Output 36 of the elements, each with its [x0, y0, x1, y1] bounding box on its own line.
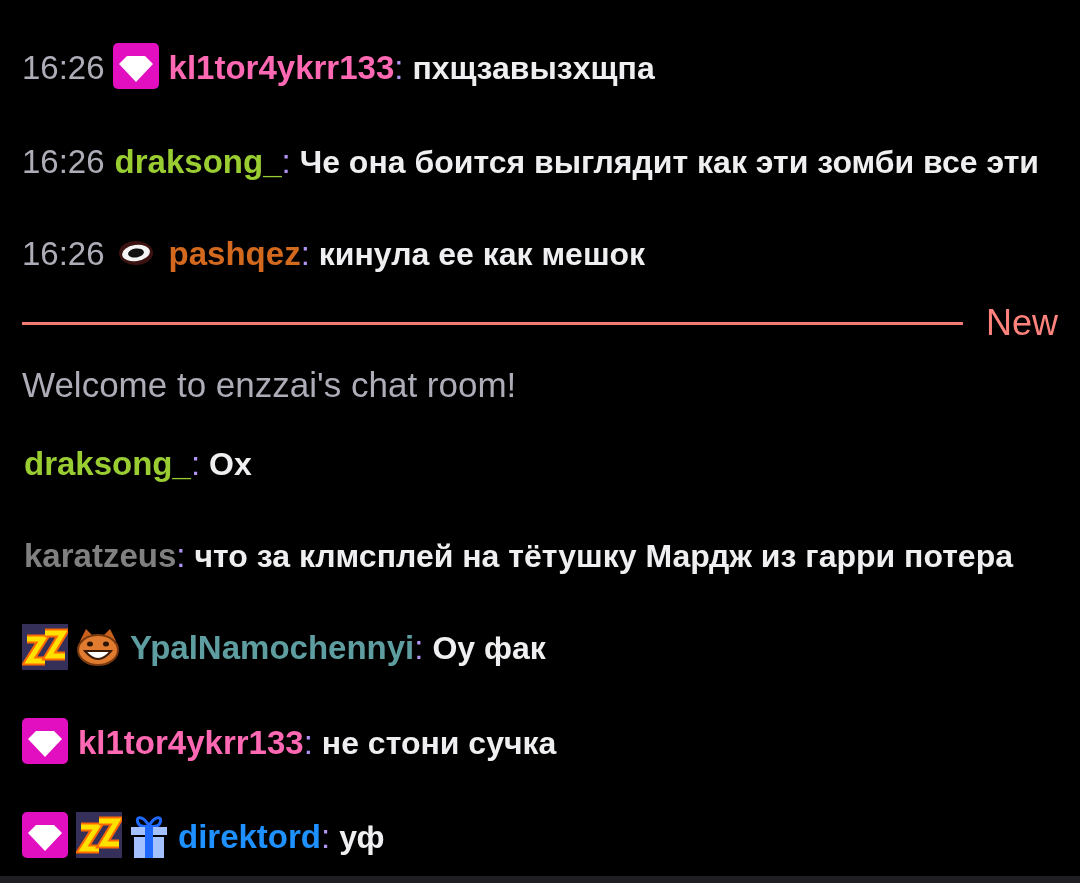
message-text: пхщзавызхщпа	[412, 50, 655, 86]
message-text: Че она боится выглядит как эти зомби все эти	[299, 144, 1040, 181]
message-text: Ох	[209, 446, 252, 483]
message-text: что за клмсплей на тётушку Мардж из гарри потера	[194, 538, 1013, 575]
colon: :	[414, 629, 424, 667]
colon: :	[321, 817, 331, 855]
username[interactable]: kl1tor4ykrr133	[78, 723, 304, 761]
username[interactable]: YpalNamochennyi	[130, 629, 415, 667]
new-messages-label: New	[985, 301, 1058, 346]
message-text: кинула ее как мешок	[318, 236, 646, 273]
colon: :	[281, 143, 291, 181]
message-text: Оу фак	[432, 630, 546, 667]
colon: :	[394, 49, 404, 86]
gem-icon	[22, 717, 68, 764]
eye-icon	[117, 239, 154, 266]
timestamp: 16:26	[22, 49, 105, 86]
zz-icon	[22, 623, 68, 670]
username[interactable]: direktord	[178, 817, 322, 855]
gem-icon	[112, 43, 159, 90]
username[interactable]: kl1tor4ykrr133	[168, 49, 395, 86]
timestamp: 16:26	[22, 235, 105, 273]
message-text: уф	[339, 818, 385, 855]
welcome-message: Welcome to enzzai's chat room!	[22, 365, 517, 405]
colon: :	[303, 723, 313, 761]
zz-icon	[76, 812, 122, 859]
username[interactable]: karatzeus	[24, 537, 177, 575]
gem-icon	[22, 812, 68, 859]
colon: :	[176, 537, 186, 575]
username[interactable]: pashqez	[168, 235, 301, 273]
timestamp: 16:26	[22, 143, 105, 181]
colon: :	[190, 445, 201, 483]
colon: :	[300, 235, 310, 273]
username[interactable]: draksong_	[114, 143, 282, 181]
message-text: не стони сучка	[321, 724, 557, 761]
username[interactable]: draksong_	[24, 445, 191, 483]
grinning-face-icon	[76, 626, 120, 667]
